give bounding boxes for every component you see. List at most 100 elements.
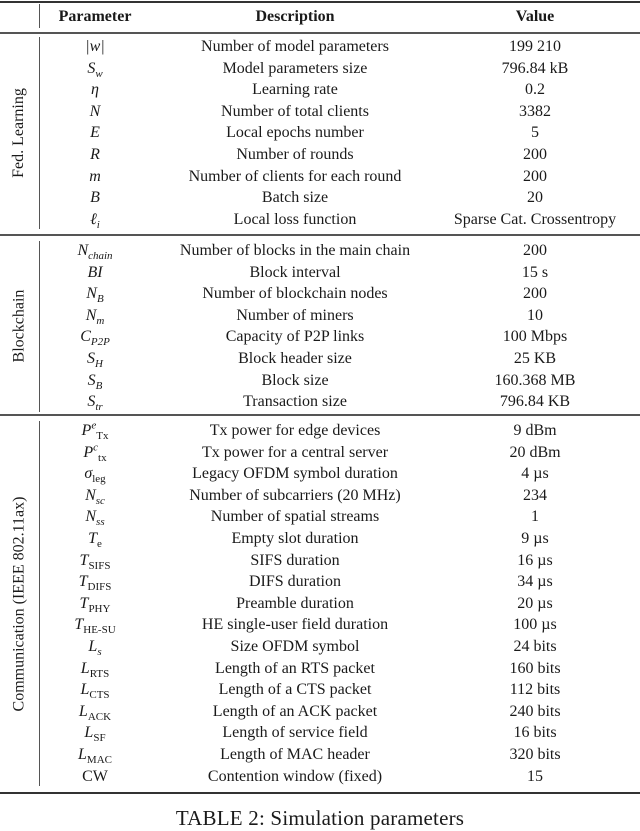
- parameter-symbol: Ls: [40, 636, 150, 658]
- parameter-symbol: Pctx: [40, 442, 150, 464]
- parameter-symbol-base: N: [85, 306, 97, 324]
- parameter-symbol-subscript: i: [96, 218, 100, 231]
- table-row: LMAC Length of MAC header 320 bits: [0, 744, 640, 766]
- parameter-value: 25 KB: [513, 350, 557, 367]
- parameter-description: DIFS duration: [249, 573, 341, 591]
- parameter-symbol-subscript: ACK: [87, 710, 112, 723]
- header-value: Value: [515, 8, 555, 25]
- parameter-symbol: LSF: [40, 722, 150, 744]
- parameter-description: Batch size: [261, 189, 329, 207]
- table-row: BI Block interval 15 s: [0, 262, 640, 284]
- parameter-symbol: |w|: [40, 36, 150, 58]
- parameter-symbol: SH: [40, 348, 150, 370]
- parameter-symbol-subscript: leg: [92, 473, 106, 486]
- table-header: Parameter Description Value: [0, 4, 640, 30]
- parameter-value: 20 µs: [517, 594, 553, 612]
- parameter-symbol: LMAC: [40, 744, 150, 766]
- parameter-value: 112 bits: [509, 681, 561, 699]
- parameter-symbol-base: m: [89, 167, 101, 185]
- parameter-value: 796.84 KB: [499, 393, 571, 411]
- parameter-symbol-base: L: [78, 702, 88, 720]
- parameter-value: 5: [531, 124, 539, 142]
- parameter-symbol: PeTx: [40, 420, 150, 442]
- parameter-symbol-base: P: [81, 422, 92, 439]
- parameter-value: 200: [523, 285, 547, 303]
- table-row: LACK Length of an ACK packet 240 bits: [0, 701, 640, 723]
- group-separator-rule: [0, 414, 640, 416]
- parameter-description: Preamble duration: [236, 594, 354, 612]
- parameter-symbol-subscript: MAC: [86, 754, 112, 767]
- parameter-description: Local epochs number: [226, 124, 364, 142]
- parameter-symbol: SB: [40, 370, 150, 392]
- table-row: Str Transaction size 796.84 KB: [0, 391, 640, 413]
- parameter-symbol: LACK: [40, 701, 150, 723]
- parameter-value: 10: [527, 306, 543, 324]
- parameter-symbol: NB: [40, 283, 150, 305]
- table-row: LRTS Length of an RTS packet 160 bits: [0, 658, 640, 680]
- parameter-symbol-subscript: m: [96, 314, 105, 327]
- table-row: TSIFS SIFS duration 16 µs: [0, 550, 640, 572]
- parameter-symbol: BI: [40, 262, 150, 284]
- parameter-symbol: Nsc: [40, 485, 150, 507]
- parameter-symbol-base: N: [86, 285, 97, 303]
- parameter-value: 100 Mbps: [502, 328, 568, 346]
- parameter-symbol-base: E: [90, 124, 100, 142]
- parameter-description: SIFS duration: [250, 551, 340, 569]
- parameter-value: 4 µs: [521, 465, 549, 483]
- parameter-description: Tx power for a central server: [201, 443, 389, 461]
- parameter-symbol-subscript: HE-SU: [83, 624, 116, 637]
- table-row: Nss Number of spatial streams 1: [0, 506, 640, 528]
- parameter-value: 320 bits: [509, 746, 561, 763]
- parameter-symbol-subscript: tr: [95, 401, 103, 414]
- table-row: ℓi Local loss function Sparse Cat. Crossen…: [0, 209, 640, 231]
- parameter-description: Number of clients for each round: [188, 167, 402, 185]
- parameter-value: Sparse Cat. Crossentropy: [453, 210, 617, 228]
- table-row: TDIFS DIFS duration 34 µs: [0, 571, 640, 593]
- table-row: LSF Length of service field 16 bits: [0, 722, 640, 744]
- parameter-description: Number of blocks in the main chain: [179, 242, 411, 259]
- parameter-symbol-base: L: [84, 724, 94, 742]
- parameter-description: Length of an RTS packet: [215, 659, 375, 677]
- parameter-value: 34 µs: [517, 573, 553, 591]
- parameter-symbol-subscript: RTS: [89, 667, 110, 680]
- parameter-value: 1: [531, 508, 539, 526]
- table-row: SB Block size 160.368 MB: [0, 370, 640, 392]
- parameter-description: Length of service field: [222, 724, 368, 742]
- parameter-symbol-subscript: Tx: [96, 430, 109, 443]
- table-row: Te Empty slot duration 9 µs: [0, 528, 640, 550]
- parameter-value: 796.84 kB: [501, 59, 569, 77]
- parameter-symbol-subscript: sc: [95, 494, 105, 507]
- parameter-symbol-subscript: w: [95, 67, 103, 80]
- parameter-symbol: THE-SU: [40, 614, 150, 636]
- parameter-symbol-subscript: H: [95, 358, 103, 371]
- group-separator-rule: [0, 234, 640, 236]
- parameter-description: Block size: [261, 371, 329, 389]
- parameter-symbol-subscript: s: [97, 646, 102, 659]
- parameter-symbol-subscript: SF: [93, 732, 106, 745]
- parameter-symbol: Str: [40, 391, 150, 413]
- table-row: N Number of total clients 3382: [0, 101, 640, 123]
- parameter-symbol: m: [40, 166, 150, 188]
- parameter-description: Number of spatial streams: [210, 508, 380, 526]
- parameter-symbol-subscript: ss: [96, 516, 105, 529]
- parameter-description: Block interval: [249, 263, 341, 281]
- parameter-description: HE single-user field duration: [201, 616, 389, 634]
- parameter-description: Number of subcarriers (20 MHz): [189, 486, 401, 504]
- parameter-symbol: σleg: [40, 463, 150, 485]
- parameter-description: Number of blockchain nodes: [202, 285, 388, 303]
- parameter-description: Length of MAC header: [220, 746, 370, 763]
- parameter-symbol: LCTS: [40, 679, 150, 701]
- table-row: Pctx Tx power for a central server 20 dBm: [0, 442, 640, 464]
- parameter-value: 100 µs: [513, 616, 557, 634]
- parameter-description: Local loss function: [233, 210, 357, 228]
- parameter-symbol-subscript: PHY: [88, 602, 111, 615]
- parameter-symbol-base: L: [78, 746, 87, 763]
- parameter-symbol: CW: [40, 766, 150, 788]
- parameter-description: Transaction size: [243, 393, 347, 411]
- table-row: E Local epochs number 5: [0, 122, 640, 144]
- parameter-symbol-base: ℓ: [90, 210, 97, 228]
- parameter-value: 16 µs: [517, 551, 553, 569]
- parameter-symbol-subscript: CTS: [89, 689, 110, 702]
- parameter-symbol-base: η: [91, 81, 99, 99]
- parameter-symbol: Nss: [40, 506, 150, 528]
